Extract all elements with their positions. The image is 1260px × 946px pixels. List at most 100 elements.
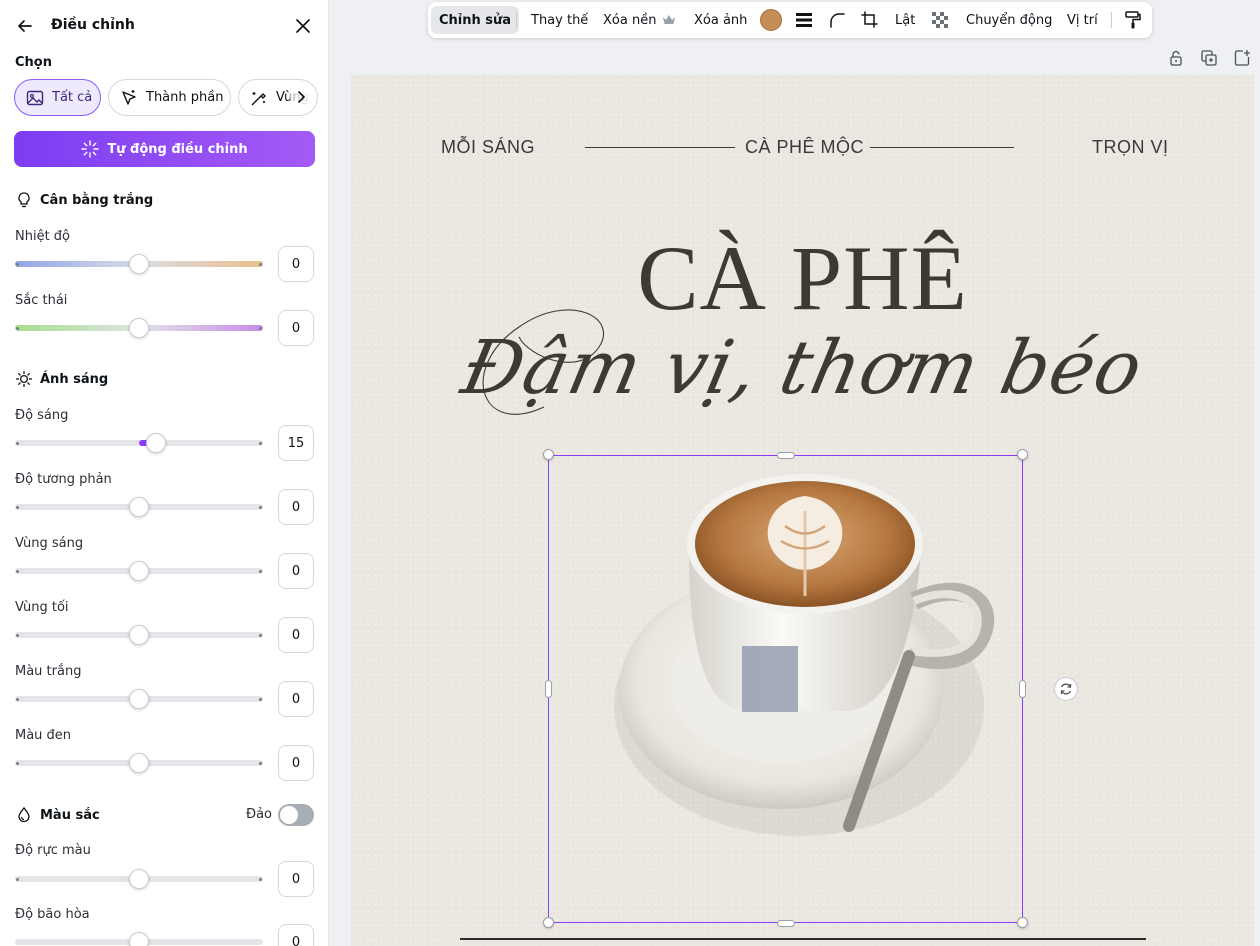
top-center-text[interactable]: CÀ PHÊ MỘC (745, 137, 864, 158)
magic-sparkle-icon (81, 140, 100, 158)
lightbulb-icon (18, 192, 30, 208)
light-title: Ánh sáng (15, 370, 108, 388)
saturation-label: Độ bão hòa (15, 907, 90, 922)
blacks-value[interactable]: 0 (278, 745, 314, 781)
close-icon[interactable] (293, 16, 313, 36)
remove-background-button[interactable]: Xóa nền (603, 2, 656, 38)
temperature-label: Nhiệt độ (15, 229, 71, 244)
magic-brush-icon (251, 91, 266, 105)
vibrance-thumb[interactable] (129, 869, 149, 889)
white-balance-label: Cân bằng trắng (40, 192, 154, 208)
blacks-label: Màu đen (15, 728, 72, 743)
color-swatch[interactable] (760, 9, 782, 31)
brightness-label: Độ sáng (15, 408, 69, 423)
rotate-button[interactable] (1054, 677, 1078, 701)
color-label: Màu sắc (40, 807, 100, 823)
resize-handle-bottom-right[interactable] (1017, 917, 1028, 928)
saturation-value[interactable]: 0 (278, 924, 314, 946)
adjust-panel: Điều chỉnh Chọn Tất cả Thành phần Vùng T… (0, 0, 329, 946)
brightness-slider[interactable] (15, 433, 263, 453)
tint-slider[interactable] (15, 318, 263, 338)
white-balance-title: Cân bằng trắng (15, 191, 153, 209)
tint-thumb[interactable] (129, 318, 149, 338)
resize-handle-top[interactable] (777, 452, 795, 459)
color-drop-icon (18, 806, 30, 823)
saturation-thumb[interactable] (129, 932, 149, 946)
resize-handle-left[interactable] (545, 680, 552, 698)
auto-adjust-button[interactable]: Tự động điều chỉnh (14, 131, 315, 167)
highlights-value[interactable]: 0 (278, 553, 314, 589)
resize-handle-top-left[interactable] (543, 449, 554, 460)
panel-header: Điều chỉnh (0, 0, 328, 52)
brightness-value[interactable]: 15 (278, 425, 314, 461)
temperature-slider[interactable] (15, 254, 263, 274)
rotate-icon (1060, 683, 1072, 695)
chip-all-label: Tất cả (52, 90, 93, 105)
contrast-slider[interactable] (15, 497, 263, 517)
top-right-text[interactable]: TRỌN VỊ (1092, 137, 1169, 158)
position-button[interactable]: Vị trí (1067, 2, 1098, 38)
lock-icon[interactable] (1167, 49, 1185, 67)
auto-adjust-label: Tự động điều chỉnh (107, 141, 248, 157)
select-label: Chọn (15, 55, 52, 70)
transparency-icon[interactable] (930, 10, 950, 30)
shadows-slider[interactable] (15, 625, 263, 645)
top-left-text[interactable]: MỖI SÁNG (441, 137, 535, 158)
bottom-divider (460, 938, 1146, 940)
blacks-thumb[interactable] (129, 753, 149, 773)
context-toolbar: Chỉnh sửa Thay thế Xóa nền Xóa ảnh Lật C… (428, 2, 1152, 38)
replace-button[interactable]: Thay thế (531, 2, 588, 38)
flip-button[interactable]: Lật (895, 2, 915, 38)
sparkle-cursor-icon (122, 89, 136, 105)
border-style-icon[interactable] (794, 10, 814, 30)
crop-icon[interactable] (860, 10, 880, 30)
paint-roller-icon[interactable] (1123, 10, 1143, 30)
chevron-right-icon[interactable] (290, 86, 312, 108)
contrast-thumb[interactable] (129, 497, 149, 517)
vibrance-slider[interactable] (15, 869, 263, 889)
highlights-thumb[interactable] (129, 561, 149, 581)
resize-handle-right[interactable] (1019, 680, 1026, 698)
animate-button[interactable]: Chuyển động (966, 2, 1052, 38)
shadows-value[interactable]: 0 (278, 617, 314, 653)
blacks-slider[interactable] (15, 753, 263, 773)
panel-title: Điều chỉnh (51, 17, 135, 33)
temperature-thumb[interactable] (129, 254, 149, 274)
vibrance-value[interactable]: 0 (278, 861, 314, 897)
tint-label: Sắc thái (15, 293, 68, 308)
back-arrow-icon[interactable] (15, 16, 35, 36)
chip-all[interactable]: Tất cả (14, 79, 101, 116)
edit-button[interactable]: Chỉnh sửa (431, 6, 520, 34)
chip-elements-label: Thành phần (146, 90, 224, 105)
script-flourish (482, 309, 605, 415)
contrast-label: Độ tương phản (15, 472, 112, 487)
selection-frame (548, 455, 1023, 923)
add-page-icon[interactable] (1233, 49, 1251, 67)
whites-thumb[interactable] (129, 689, 149, 709)
resize-handle-top-right[interactable] (1017, 449, 1028, 460)
vibrance-label: Độ rực màu (15, 843, 91, 858)
whites-label: Màu trắng (15, 664, 82, 679)
brightness-thumb[interactable] (146, 433, 166, 453)
invert-toggle[interactable] (278, 804, 314, 826)
tint-value[interactable]: 0 (278, 310, 314, 346)
resize-handle-bottom-left[interactable] (543, 917, 554, 928)
contrast-value[interactable]: 0 (278, 489, 314, 525)
highlights-label: Vùng sáng (15, 536, 84, 551)
temperature-value[interactable]: 0 (278, 246, 314, 282)
crown-icon (663, 15, 675, 24)
resize-handle-bottom[interactable] (777, 920, 795, 927)
whites-slider[interactable] (15, 689, 263, 709)
image-icon (26, 90, 44, 105)
chip-elements[interactable]: Thành phần (108, 79, 231, 116)
light-label: Ánh sáng (40, 371, 109, 387)
duplicate-icon[interactable] (1200, 49, 1218, 67)
highlights-slider[interactable] (15, 561, 263, 581)
shadows-label: Vùng tối (15, 600, 69, 615)
saturation-slider[interactable] (15, 932, 263, 946)
shadows-thumb[interactable] (129, 625, 149, 645)
whites-value[interactable]: 0 (278, 681, 314, 717)
delete-image-button[interactable]: Xóa ảnh (694, 2, 747, 38)
sun-icon (15, 370, 33, 388)
corner-rounding-icon[interactable] (827, 10, 847, 30)
